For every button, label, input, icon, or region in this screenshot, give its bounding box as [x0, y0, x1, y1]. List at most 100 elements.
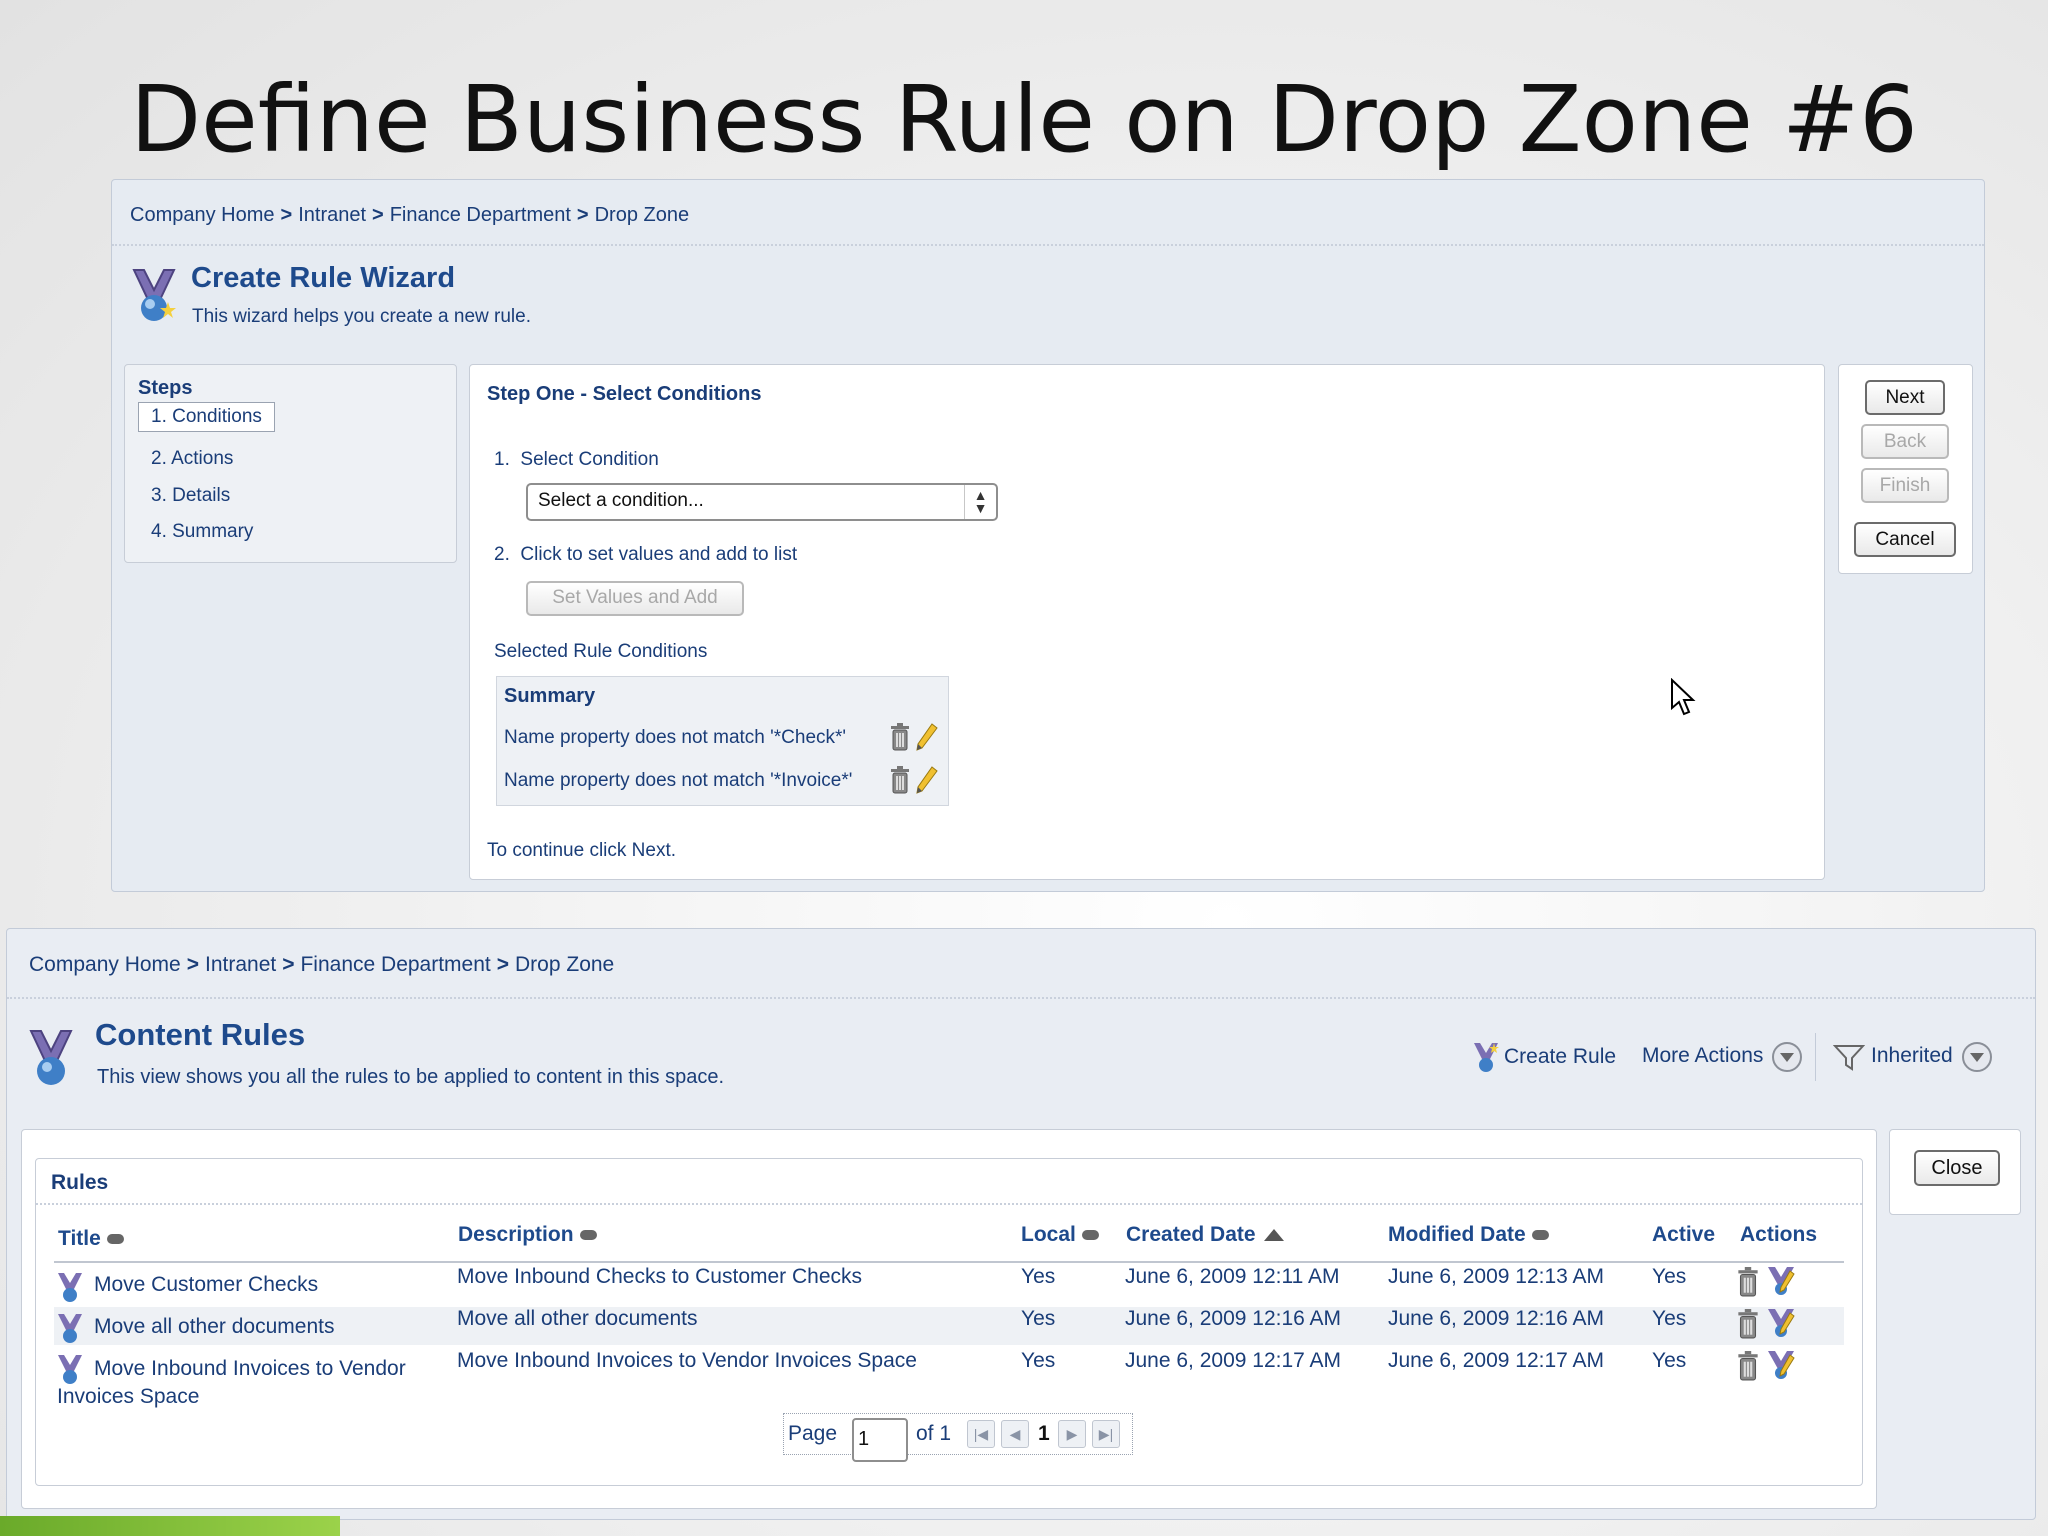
sort-icon [1081, 1230, 1099, 1241]
last-page-icon[interactable]: ▶| [1092, 1420, 1120, 1448]
chevron-down-icon[interactable] [1771, 1041, 1803, 1078]
column-header-title[interactable]: Title [58, 1227, 124, 1251]
breadcrumb-company-home[interactable]: Company Home [29, 953, 181, 976]
column-header-modified-date[interactable]: Modified Date [1388, 1223, 1549, 1247]
delete-icon[interactable] [1736, 1267, 1760, 1302]
breadcrumb-finance-department[interactable]: Finance Department [390, 204, 571, 226]
header-divider [112, 244, 1984, 246]
breadcrumb-separator: > [496, 953, 510, 976]
rules-heading-divider [36, 1203, 1862, 1205]
rules-heading: Rules [51, 1171, 109, 1194]
previous-page-icon[interactable]: ◀ [1001, 1420, 1029, 1448]
rule-local: Yes [1021, 1307, 1056, 1330]
filter-icon[interactable] [1832, 1043, 1866, 1076]
breadcrumb-company-home[interactable]: Company Home [130, 204, 275, 226]
column-header-created-date[interactable]: Created Date [1126, 1223, 1284, 1247]
column-header-description[interactable]: Description [458, 1223, 597, 1247]
page-subtitle: This wizard helps you create a new rule. [192, 306, 531, 327]
step-actions[interactable]: 2. Actions [151, 448, 233, 470]
chevron-down-icon[interactable] [1961, 1041, 1993, 1078]
current-page: 1 [1038, 1422, 1050, 1445]
slide-accent-bar [0, 1516, 340, 1536]
step-conditions[interactable]: 1. Conditions [138, 402, 275, 432]
step-content-panel: Step One - Select Conditions 1. Select C… [469, 364, 1825, 880]
select-condition-label: 1. Select Condition [494, 449, 659, 470]
more-actions-menu[interactable]: More Actions [1642, 1044, 1763, 1068]
next-page-icon[interactable]: ▶ [1058, 1420, 1086, 1448]
rule-wizard-icon [130, 268, 178, 329]
rules-inner-panel: Rules Title Description Local Created Da… [35, 1158, 1863, 1486]
header-divider [7, 997, 2035, 999]
column-header-label: Modified Date [1388, 1223, 1526, 1246]
create-rule-link[interactable]: Create Rule [1504, 1045, 1616, 1069]
breadcrumb: Company Home > Intranet > Finance Department… [130, 204, 689, 227]
summary-header: Summary [504, 685, 596, 707]
wizard-buttons-panel: Next Back Finish Cancel [1838, 364, 1973, 574]
edit-rule-icon[interactable] [1766, 1349, 1796, 1384]
breadcrumb: Company Home > Intranet > Finance Department… [29, 953, 614, 977]
breadcrumb-drop-zone[interactable]: Drop Zone [515, 953, 614, 976]
page-number-input[interactable]: 1 [852, 1418, 908, 1462]
mouse-cursor-icon [1670, 677, 1696, 721]
edit-rule-icon[interactable] [1766, 1307, 1796, 1342]
rule-created-date: June 6, 2009 12:11 AM [1125, 1265, 1340, 1288]
breadcrumb-separator: > [282, 953, 295, 976]
delete-icon[interactable] [889, 723, 917, 751]
delete-icon[interactable] [1736, 1309, 1760, 1344]
sort-icon [106, 1234, 124, 1245]
rule-description: Move Inbound Checks to Customer Checks [457, 1265, 863, 1288]
rule-modified-date: June 6, 2009 12:17 AM [1388, 1349, 1604, 1372]
breadcrumb-finance-department[interactable]: Finance Department [300, 953, 490, 976]
breadcrumb-separator: > [186, 953, 199, 976]
edit-pencil-icon[interactable] [915, 766, 943, 794]
condition-select-value: Select a condition... [538, 490, 704, 511]
rule-active: Yes [1652, 1349, 1687, 1372]
page-number-value: 1 [858, 1428, 870, 1450]
finish-button[interactable]: Finish [1861, 468, 1949, 503]
breadcrumb-intranet[interactable]: Intranet [205, 953, 276, 976]
inherited-filter[interactable]: Inherited [1871, 1044, 1953, 1068]
first-page-icon[interactable]: |◀ [967, 1420, 995, 1448]
cancel-button[interactable]: Cancel [1854, 522, 1956, 557]
edit-pencil-icon[interactable] [915, 723, 943, 751]
column-header-actions: Actions [1740, 1223, 1818, 1246]
click-to-set-label: 2. Click to set values and add to list [494, 544, 798, 565]
sort-icon [579, 1230, 597, 1241]
close-button[interactable]: Close [1914, 1150, 2000, 1186]
rule-local: Yes [1021, 1349, 1056, 1372]
continue-instruction: To continue click Next. [487, 840, 677, 861]
rule-title-link[interactable]: Move all other documents [94, 1315, 334, 1339]
rule-modified-date: June 6, 2009 12:16 AM [1388, 1307, 1604, 1330]
condition-row: Name property does not match '*Invoice*' [504, 770, 853, 791]
set-values-and-add-button[interactable]: Set Values and Add [526, 581, 744, 616]
condition-select[interactable]: Select a condition... ▲ ▼ [526, 483, 998, 521]
column-header-label: Title [58, 1227, 101, 1250]
sort-ascending-icon [1263, 1229, 1284, 1242]
rule-title-link-continued[interactable]: Invoices Space [57, 1385, 199, 1409]
select-arrows-icon: ▲ ▼ [964, 485, 996, 519]
page-title: Content Rules [95, 1017, 306, 1052]
rule-title-link[interactable]: Move Inbound Invoices to Vendor [94, 1357, 406, 1381]
selected-conditions-label: Selected Rule Conditions [494, 641, 708, 662]
create-rule-wizard-panel: Company Home > Intranet > Finance Department… [111, 179, 1985, 892]
step-details[interactable]: 3. Details [151, 485, 230, 507]
rule-local: Yes [1021, 1265, 1056, 1288]
delete-icon[interactable] [1736, 1351, 1760, 1386]
column-header-label: Description [458, 1223, 574, 1246]
column-header-local[interactable]: Local [1021, 1223, 1099, 1247]
create-rule-icon[interactable] [1472, 1041, 1500, 1078]
rule-title-link[interactable]: Move Customer Checks [94, 1273, 318, 1297]
rule-description: Move Inbound Invoices to Vendor Invoices… [457, 1349, 917, 1372]
delete-icon[interactable] [889, 766, 917, 794]
condition-row: Name property does not match '*Check*' [504, 727, 847, 748]
edit-rule-icon[interactable] [1766, 1265, 1796, 1300]
slide-title: Define Business Rule on Drop Zone #6 [130, 66, 1918, 173]
pagination: Page 1 of 1 |◀ ◀ 1 ▶ ▶| [783, 1413, 1133, 1462]
breadcrumb-intranet[interactable]: Intranet [298, 204, 366, 226]
step-summary[interactable]: 4. Summary [151, 521, 253, 543]
breadcrumb-separator: > [372, 204, 384, 226]
page-label: Page [788, 1422, 838, 1445]
back-button[interactable]: Back [1861, 424, 1949, 459]
next-button[interactable]: Next [1865, 380, 1945, 415]
breadcrumb-drop-zone[interactable]: Drop Zone [595, 204, 690, 226]
